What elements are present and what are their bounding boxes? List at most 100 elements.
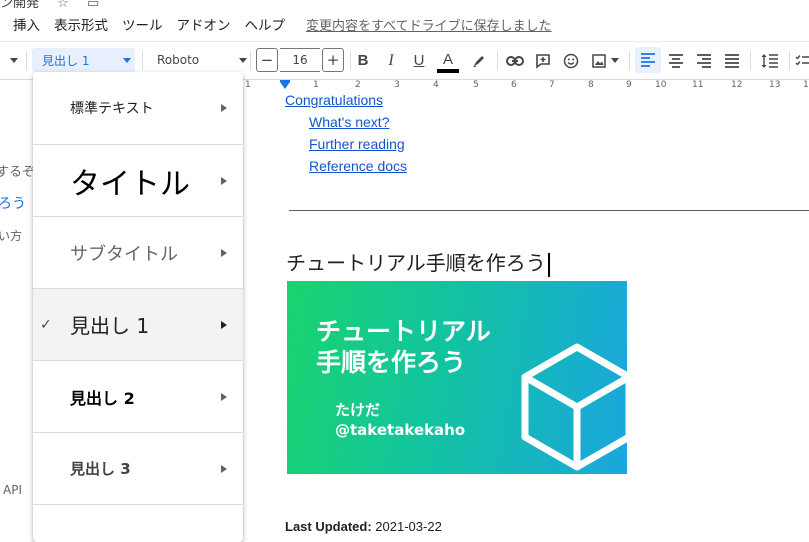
ruler-tick: 7	[549, 80, 555, 90]
ruler-tick: 2	[355, 80, 361, 90]
paragraph-style-dropdown[interactable]: 見出し 1	[32, 48, 135, 72]
outline-item[interactable]: するぞ	[0, 161, 35, 180]
toc-link[interactable]: What's next?	[309, 114, 390, 130]
chevron-down-icon	[10, 58, 18, 63]
ruler-tick: 4	[433, 80, 439, 90]
doc-title-text[interactable]: ン開発	[0, 0, 39, 11]
ruler-tick: 3	[394, 80, 400, 90]
highlight-color-button[interactable]	[467, 42, 491, 79]
increase-font-size-button[interactable]: +	[322, 48, 344, 72]
emoji-icon	[563, 53, 579, 68]
divider	[350, 51, 351, 70]
style-option-subtitle[interactable]: サブタイトル	[33, 217, 243, 289]
horizontal-rule	[289, 210, 809, 211]
heading-1[interactable]: チュートリアル手順を作ろう	[286, 247, 550, 277]
style-option-label: タイトル	[70, 166, 190, 202]
insert-image-button[interactable]	[588, 42, 622, 79]
submenu-arrow-icon	[221, 104, 227, 112]
last-updated-value: 2021-03-22	[375, 519, 442, 534]
outline-item[interactable]: い方	[0, 227, 22, 244]
text-color-swatch	[437, 69, 459, 73]
justify-icon	[725, 53, 739, 68]
banner-image[interactable]: チュートリアル 手順を作ろう たけだ @taketakekaho	[287, 281, 627, 474]
line-spacing-button[interactable]	[757, 42, 783, 79]
style-option-label: 見出し 3	[70, 460, 131, 478]
decrease-font-size-button[interactable]: −	[256, 48, 278, 72]
divider	[250, 51, 251, 70]
doc-title-fragment[interactable]: ン開発 ☆ ▭	[0, 0, 99, 11]
ruler-tick: 11	[692, 80, 704, 90]
divider	[789, 51, 790, 70]
menu-addons[interactable]: アドオン	[177, 14, 231, 34]
menu-insert[interactable]: 挿入	[13, 14, 40, 34]
ruler-tick: 1	[313, 80, 319, 90]
style-option-heading-3[interactable]: 見出し 3	[33, 433, 243, 505]
italic-button[interactable]: I	[380, 42, 402, 79]
horizontal-ruler[interactable]: 1 1 2 3 4 5 6 7 8 9 10 11 12 13 14	[243, 80, 809, 92]
style-option-title[interactable]: タイトル	[33, 145, 243, 217]
paragraph-style-menu: 標準テキスト タイトル サブタイトル ✓ 見出し 1 見出し 2 見出し 3	[33, 72, 243, 542]
move-folder-icon[interactable]: ▭	[87, 0, 99, 11]
font-size-input[interactable]: 16	[280, 48, 320, 72]
star-icon[interactable]: ☆	[57, 0, 69, 11]
toc-link[interactable]: Congratulations	[285, 92, 383, 108]
divider	[497, 51, 498, 70]
heading-text: チュートリアル手順を作ろう	[286, 251, 546, 275]
style-option-heading-1[interactable]: ✓ 見出し 1	[33, 289, 243, 361]
menu-help[interactable]: ヘルプ	[245, 14, 286, 34]
paragraph-style-value: 見出し 1	[42, 53, 90, 68]
underline-button[interactable]: U	[408, 42, 430, 79]
divider	[750, 51, 751, 70]
bold-button[interactable]: B	[352, 42, 374, 79]
submenu-arrow-icon	[221, 464, 227, 473]
style-option-heading-2[interactable]: 見出し 2	[33, 361, 243, 433]
outline-item-active[interactable]: ろう	[0, 193, 26, 213]
cube-icon	[521, 343, 627, 471]
highlighter-icon	[473, 55, 484, 67]
ruler-tick: 9	[626, 80, 632, 90]
document-page[interactable]: Congratulations What's next? Further rea…	[243, 92, 809, 534]
align-right-icon	[697, 53, 711, 68]
align-center-icon	[669, 53, 683, 68]
chevron-down-icon	[239, 57, 247, 63]
ruler-tick: 5	[473, 80, 479, 90]
style-option-label: 見出し 1	[70, 314, 150, 338]
align-left-button[interactable]	[635, 47, 661, 73]
style-option-label: 標準テキスト	[70, 101, 154, 117]
image-icon	[592, 53, 606, 68]
style-option-normal-text[interactable]: 標準テキスト	[33, 72, 243, 145]
indent-marker[interactable]	[280, 82, 290, 89]
align-center-button[interactable]	[664, 42, 688, 79]
add-comment-button[interactable]	[531, 42, 555, 79]
text-color-icon: A	[442, 51, 453, 68]
checklist-icon	[795, 54, 809, 66]
toc-link[interactable]: Reference docs	[309, 158, 407, 174]
banner-author: たけだ	[335, 401, 381, 419]
align-left-icon	[641, 53, 655, 67]
ruler-tick: 13	[769, 80, 781, 90]
font-dropdown[interactable]: Roboto	[150, 48, 247, 72]
divider	[629, 51, 630, 70]
comment-icon	[536, 53, 550, 69]
submenu-arrow-icon	[221, 248, 227, 257]
justify-button[interactable]	[720, 42, 744, 79]
menu-format[interactable]: 表示形式	[54, 14, 108, 34]
submenu-arrow-icon	[221, 176, 227, 185]
font-size-stepper: − 16 +	[256, 48, 344, 72]
menu-tools[interactable]: ツール	[122, 14, 163, 34]
last-updated: Last Updated: 2021-03-22	[285, 519, 442, 534]
line-spacing-icon	[761, 53, 778, 68]
checkmark-icon: ✓	[40, 316, 52, 333]
outline-item[interactable]: API	[3, 483, 22, 497]
save-status-link[interactable]: 変更内容をすべてドライブに保存しました	[306, 15, 552, 34]
menu-bar: 挿入 表示形式 ツール アドオン ヘルプ 変更内容をすべてドライブに保存しました	[0, 13, 552, 35]
insert-link-button[interactable]	[503, 42, 527, 79]
text-color-button[interactable]: A	[436, 42, 460, 79]
insert-emoji-button[interactable]	[559, 42, 583, 79]
toc-link[interactable]: Further reading	[309, 136, 405, 152]
link-icon	[506, 55, 524, 66]
divider	[26, 51, 27, 70]
zoom-dropdown-caret[interactable]	[6, 42, 22, 79]
align-right-button[interactable]	[692, 42, 716, 79]
checklist-button[interactable]	[794, 42, 809, 79]
